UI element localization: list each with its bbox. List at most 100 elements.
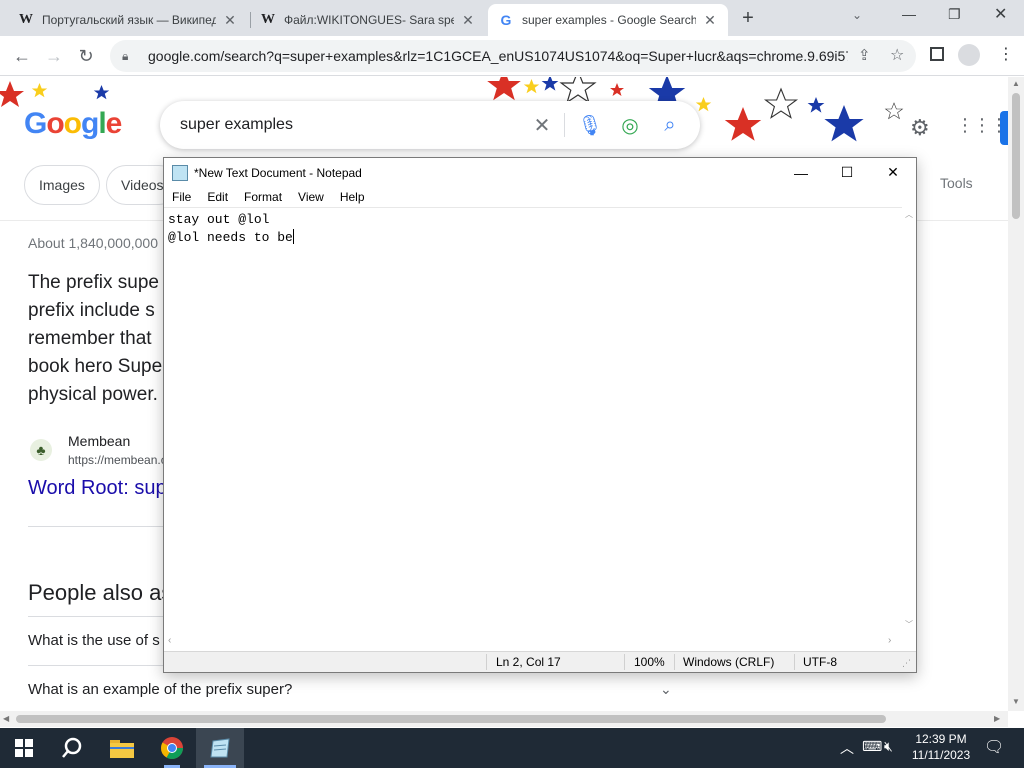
text-line: @lol needs to be — [168, 230, 293, 245]
lock-icon[interactable]: 🔒︎ — [122, 49, 136, 64]
search-box[interactable]: super examples ✕ 🎙︎ ◎ ⌕ — [160, 101, 700, 149]
chrome-icon[interactable] — [148, 728, 196, 768]
page-vertical-scrollbar-thumb[interactable] — [1012, 93, 1020, 219]
status-encoding: UTF-8 — [803, 655, 837, 669]
tab-title: Файл:WIKITONGUES- Sara speaking — [284, 13, 454, 27]
tab-title: super examples - Google Search — [522, 13, 696, 27]
clock-date: 11/11/2023 — [911, 748, 971, 762]
text-line-with-caret: @lol needs to be — [168, 229, 912, 247]
search-icon[interactable]: ⌕ — [658, 113, 682, 137]
wikipedia-icon: W — [261, 12, 275, 27]
source-url[interactable]: https://membean.c — [68, 453, 167, 467]
notifications-icon[interactable]: 🗨︎ — [984, 737, 1004, 757]
source-name[interactable]: Membean — [68, 433, 130, 449]
status-divider — [486, 654, 487, 670]
share-icon[interactable]: ⇪ — [858, 46, 871, 64]
notepad-vertical-scrollbar[interactable]: ︿ ﹀ — [902, 207, 916, 635]
search-query[interactable]: super examples — [180, 116, 293, 134]
scroll-down-arrow-icon[interactable]: ▼ — [1012, 697, 1020, 706]
clock-time: 12:39 PM — [915, 732, 967, 746]
notepad-close-icon[interactable]: ✕ — [870, 158, 916, 187]
menu-view[interactable]: View — [290, 190, 332, 204]
voice-search-icon[interactable]: 🎙︎ — [577, 113, 602, 137]
wikipedia-icon: W — [19, 12, 33, 27]
start-icon[interactable] — [0, 728, 48, 768]
result-divider — [28, 526, 168, 527]
scroll-down-arrow-icon[interactable]: ﹀ — [905, 619, 913, 630]
result-stats: About 1,840,000,000 — [28, 235, 159, 251]
settings-gear-icon[interactable]: ⚙ — [910, 115, 930, 141]
tab-search-chevron-icon[interactable]: ⌄ — [852, 8, 862, 22]
chip-images[interactable]: Images — [24, 165, 100, 205]
scroll-left-arrow-icon[interactable]: ‹ — [168, 635, 171, 646]
status-cursor-position: Ln 2, Col 17 — [496, 655, 561, 669]
forward-icon[interactable]: → — [40, 42, 68, 70]
page-vertical-scrollbar[interactable]: ▲ ▼ — [1008, 77, 1024, 711]
taskbar-clock[interactable]: 12:39 PM 11/11/2023 — [908, 731, 974, 763]
back-icon[interactable]: ← — [8, 42, 36, 70]
scroll-up-arrow-icon[interactable]: ▲ — [1012, 79, 1020, 88]
close-window-icon[interactable]: ✕ — [994, 4, 1007, 24]
side-panel-icon[interactable] — [930, 47, 944, 61]
new-tab-button[interactable]: + — [736, 6, 760, 30]
restore-window-icon[interactable]: ❐ — [948, 6, 961, 23]
show-hidden-icons-chevron-icon[interactable]: ︿ — [840, 738, 854, 758]
file-explorer-icon[interactable] — [98, 728, 146, 768]
snippet-line: remember that — [28, 328, 152, 349]
scroll-up-arrow-icon[interactable]: ︿ — [905, 209, 913, 220]
menu-help[interactable]: Help — [332, 190, 373, 204]
scroll-right-arrow-icon[interactable]: › — [888, 635, 891, 646]
minimize-window-icon[interactable]: — — [902, 6, 916, 22]
close-tab-icon[interactable]: ✕ — [222, 12, 238, 28]
chevron-down-icon[interactable]: ⌄ — [660, 681, 672, 698]
notepad-minimize-icon[interactable]: — — [778, 158, 824, 187]
chrome-menu-icon[interactable]: ⋮ — [998, 44, 1014, 64]
volume-muted-icon[interactable]: 🔇︎ — [884, 738, 893, 755]
scroll-right-arrow-icon[interactable]: ▶ — [994, 714, 1000, 723]
tab-title: Португальский язык — Википедия — [42, 13, 216, 27]
notepad-icon[interactable] — [196, 728, 244, 768]
page-horizontal-scrollbar[interactable]: ◀ ▶ — [0, 711, 1008, 727]
menu-edit[interactable]: Edit — [199, 190, 236, 204]
resize-grip-icon[interactable]: ⋰ — [902, 658, 911, 669]
menu-file[interactable]: File — [164, 190, 199, 204]
notepad-icon — [172, 164, 188, 181]
notepad-window[interactable]: *New Text Document - Notepad — ☐ ✕ File … — [163, 157, 917, 673]
close-tab-icon[interactable]: ✕ — [460, 12, 476, 28]
result-title-link[interactable]: Word Root: sup — [28, 477, 167, 500]
status-divider — [674, 654, 675, 670]
tab-wikipedia-portuguese[interactable]: W Португальский язык — Википедия ✕ — [8, 4, 248, 36]
bookmark-star-icon[interactable]: ☆ — [890, 45, 904, 65]
google-logo[interactable]: Google — [24, 107, 122, 141]
page-horizontal-scrollbar-thumb[interactable] — [16, 715, 886, 723]
notepad-horizontal-scrollbar[interactable]: ‹ › — [164, 635, 902, 649]
search-divider — [564, 113, 565, 137]
paa-question[interactable]: What is an example of the prefix super? — [28, 681, 292, 698]
notepad-status-bar: Ln 2, Col 17 100% Windows (CRLF) UTF-8 ⋰ — [164, 651, 916, 672]
search-icon[interactable] — [48, 728, 96, 768]
clear-search-icon[interactable]: ✕ — [530, 113, 554, 137]
google-icon: G — [500, 12, 512, 28]
tab-google-search[interactable]: G super examples - Google Search ✕ — [488, 4, 728, 36]
notepad-menu-bar: File Edit Format View Help — [164, 187, 916, 207]
paa-question[interactable]: What is the use of s — [28, 632, 160, 649]
status-line-ending: Windows (CRLF) — [683, 655, 775, 669]
address-bar[interactable]: 🔒︎ google.com/search?q=super+examples&rl… — [110, 40, 916, 72]
tab-wikitongues-file[interactable]: W Файл:WIKITONGUES- Sara speaking ✕ — [250, 4, 486, 36]
url-text: google.com/search?q=super+examples&rlz=1… — [148, 48, 848, 64]
menu-format[interactable]: Format — [236, 190, 290, 204]
notepad-maximize-icon[interactable]: ☐ — [824, 158, 870, 187]
tab-strip: W Португальский язык — Википедия ✕ W Фай… — [0, 0, 1024, 36]
network-icon[interactable]: ⌨ — [862, 738, 882, 755]
close-tab-icon[interactable]: ✕ — [702, 12, 718, 28]
scroll-left-arrow-icon[interactable]: ◀ — [3, 714, 9, 723]
lens-search-icon[interactable]: ◎ — [618, 113, 642, 137]
notepad-title-bar[interactable]: *New Text Document - Notepad — ☐ ✕ — [164, 158, 916, 187]
windows-taskbar: ︿ ⌨ 🔇︎ 12:39 PM 11/11/2023 🗨︎ — [0, 728, 1024, 768]
sign-in-button[interactable] — [1000, 111, 1008, 145]
tools-button[interactable]: Tools — [940, 175, 973, 191]
profile-avatar-icon[interactable] — [958, 44, 980, 66]
reload-icon[interactable]: ↻ — [72, 42, 100, 70]
snippet-line: physical power. — [28, 384, 158, 405]
notepad-text-area[interactable]: stay out @lol @lol needs to be — [164, 207, 916, 635]
